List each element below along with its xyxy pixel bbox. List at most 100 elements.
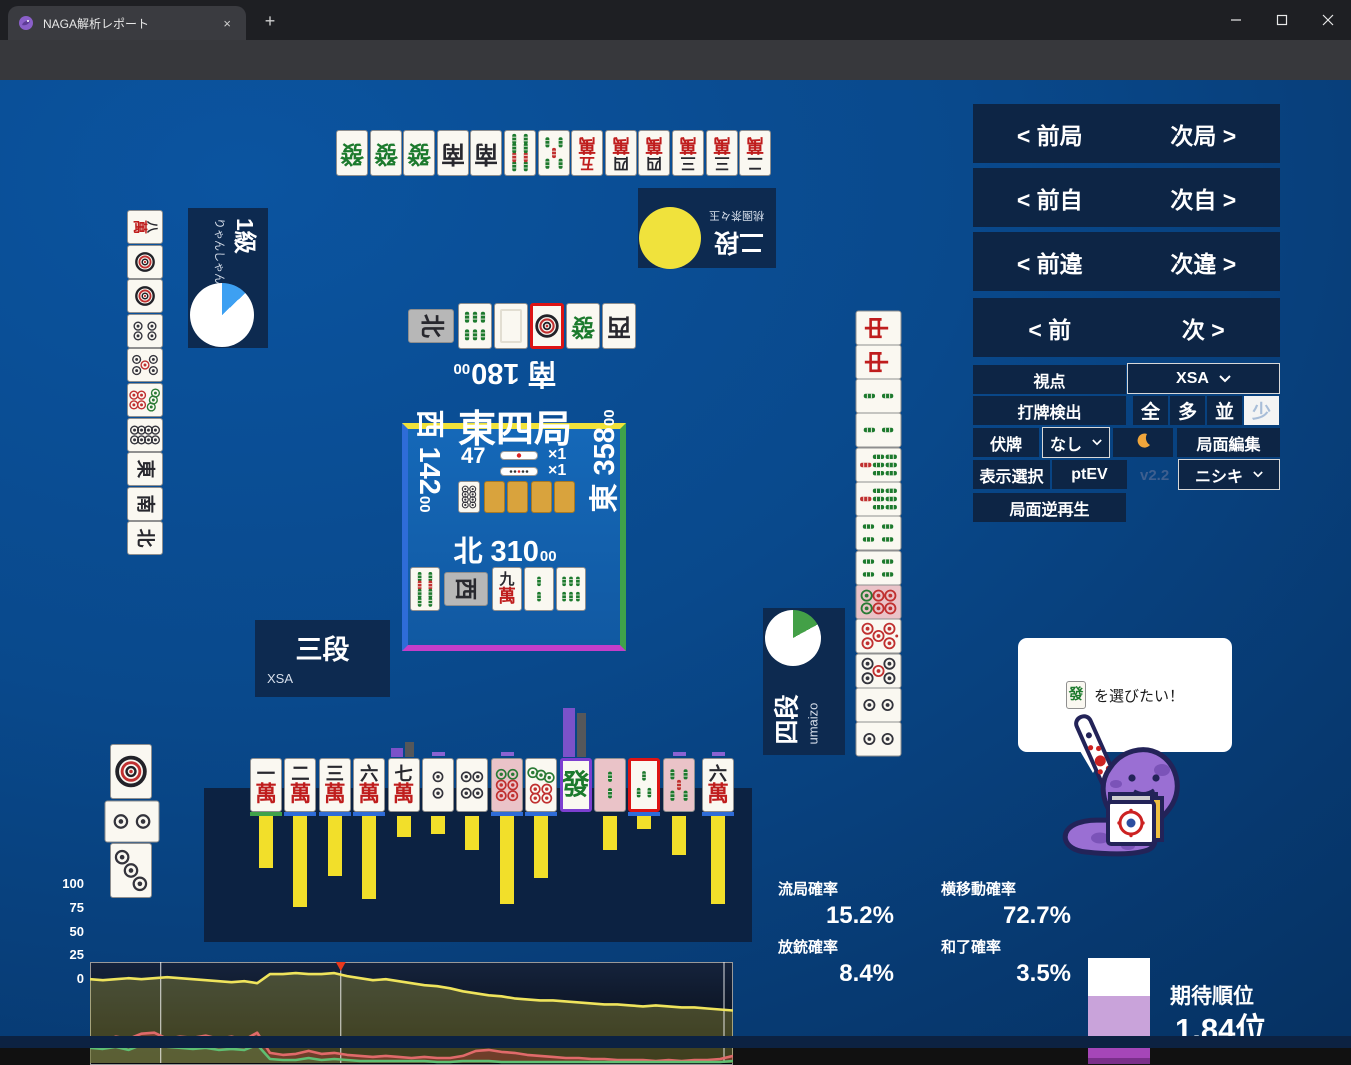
- window-close-button[interactable]: [1305, 0, 1351, 40]
- nav-mismatch-buttons[interactable]: < 前違 次違 >: [973, 232, 1280, 291]
- tile-4m: 四萬: [638, 130, 670, 176]
- nav-step-buttons[interactable]: < 前 次 >: [973, 298, 1280, 357]
- score-south: 南18000: [435, 355, 575, 397]
- version-label: v2.2: [1140, 467, 1169, 484]
- tile-2s: [524, 567, 554, 611]
- viewpoint-label: 視点: [973, 365, 1126, 394]
- next-self-button[interactable]: 次自 >: [1170, 181, 1236, 215]
- tab-close-icon[interactable]: ×: [218, 14, 236, 33]
- tile-8p: [127, 418, 163, 452]
- rank-bar-segment-1: [1088, 958, 1150, 996]
- tile-6p: [855, 584, 901, 619]
- probability-chart[interactable]: [90, 962, 733, 1065]
- tile-2p: [104, 800, 159, 842]
- tile-back: [554, 481, 575, 513]
- window-minimize-button[interactable]: [1213, 0, 1259, 40]
- edit-position-button[interactable]: 局面編集: [1177, 428, 1280, 457]
- tile-9m: 九萬: [492, 567, 522, 611]
- tile-5s[interactable]: [663, 758, 695, 812]
- tile-6m[interactable]: 六萬: [353, 758, 385, 812]
- tile-6p[interactable]: [491, 758, 523, 812]
- chart-y-tick: 100: [50, 876, 84, 891]
- tile-back: [507, 481, 528, 513]
- nav-self-buttons[interactable]: < 前自 次自 >: [973, 168, 1280, 227]
- fuhai-select[interactable]: なし: [1042, 427, 1110, 458]
- tile-7m[interactable]: 七萬: [388, 758, 420, 812]
- nav-round-buttons[interactable]: < 前局 次局 >: [973, 104, 1280, 163]
- tile-4s: [855, 550, 901, 585]
- prev-mismatch-button[interactable]: < 前違: [1017, 245, 1083, 279]
- tile-2p[interactable]: [422, 758, 454, 812]
- new-tab-button[interactable]: +: [258, 9, 282, 33]
- discard-rate-bar: [711, 816, 725, 904]
- honba-stick-row: ×1: [500, 462, 566, 480]
- tile-2s[interactable]: [594, 758, 626, 812]
- night-mode-button[interactable]: [1113, 428, 1173, 457]
- naga-rec-bar-gray: [405, 742, 414, 757]
- tile-hatsu[interactable]: 發: [560, 758, 592, 812]
- tile-6s: [556, 567, 586, 611]
- tile-4p: [127, 314, 163, 348]
- reverse-play-button[interactable]: 局面逆再生: [973, 493, 1126, 522]
- player-name: umaizo: [806, 703, 821, 745]
- tile-3m: 三萬: [706, 130, 738, 176]
- tile-1m[interactable]: 一萬: [250, 758, 282, 812]
- prev-round-button[interactable]: < 前局: [1017, 117, 1083, 151]
- next-step-button[interactable]: 次 >: [1182, 311, 1225, 345]
- player-name: XSA: [267, 671, 390, 686]
- rec-strip: [432, 752, 445, 756]
- tile-2p: [855, 722, 901, 757]
- discard-rate-bar: [431, 816, 445, 834]
- tile-chun: 中: [855, 344, 901, 379]
- tile-7s: [855, 447, 901, 482]
- prev-step-button[interactable]: < 前: [1028, 311, 1071, 345]
- tile-4s: [855, 516, 901, 551]
- tile-7p[interactable]: [525, 758, 557, 812]
- tile-2s: [855, 379, 901, 414]
- naga-rec-bar-gray: [577, 713, 586, 757]
- tile-6m[interactable]: 六萬: [702, 758, 734, 812]
- tile-7p: [127, 383, 163, 417]
- tile-S: 南: [127, 487, 163, 521]
- tile-2m: 二萬: [739, 130, 771, 176]
- discard-rate-bar: [637, 816, 651, 829]
- tile-4p[interactable]: [456, 758, 488, 812]
- tile-1p: [127, 245, 163, 279]
- chevron-down-icon: [1253, 471, 1263, 478]
- tile-0m: 五萬: [571, 130, 603, 176]
- tile-hatsu: 發: [566, 303, 600, 349]
- tile-E: 東: [127, 452, 163, 486]
- naga-snake-mascot: [1058, 698, 1208, 863]
- skin-select[interactable]: ニシキ: [1178, 459, 1280, 490]
- tile-haku: [494, 303, 528, 349]
- browser-tab[interactable]: NAGA解析レポート ×: [8, 6, 246, 40]
- next-round-button[interactable]: 次局 >: [1170, 117, 1236, 151]
- tile-3p: [110, 843, 152, 898]
- dahai-option-4[interactable]: 少: [1244, 396, 1279, 425]
- win-pie-right: [765, 610, 821, 666]
- tile-1p: [127, 279, 163, 313]
- ptev-button[interactable]: ptEV: [1052, 460, 1127, 489]
- tile-5p: [855, 653, 901, 688]
- tile-hatsu: 發: [403, 130, 435, 176]
- tile-3m[interactable]: 三萬: [319, 758, 351, 812]
- stat-sideways-prob: 横移動確率72.7%: [941, 878, 1071, 930]
- prev-self-button[interactable]: < 前自: [1017, 181, 1083, 215]
- dahai-option-1[interactable]: 全: [1133, 396, 1168, 425]
- next-mismatch-button[interactable]: 次違 >: [1170, 245, 1236, 279]
- dahai-option-2[interactable]: 多: [1170, 396, 1205, 425]
- tile-7s: [855, 482, 901, 517]
- discard-rate-bar: [465, 816, 479, 850]
- tile-2m[interactable]: 二萬: [284, 758, 316, 812]
- window-maximize-button[interactable]: [1259, 0, 1305, 40]
- tile-5p: [127, 348, 163, 382]
- player-box-bottom: 三段 XSA: [255, 620, 390, 697]
- viewpoint-select[interactable]: XSA: [1127, 363, 1280, 394]
- win-pie-left: [190, 283, 254, 347]
- tile-chun: 中: [855, 310, 901, 345]
- tile-3s[interactable]: [628, 758, 660, 812]
- discard-rate-bar: [259, 816, 273, 868]
- tile-W: 西: [602, 303, 636, 349]
- discard-rate-bar: [500, 816, 514, 904]
- dahai-option-3[interactable]: 並: [1207, 396, 1242, 425]
